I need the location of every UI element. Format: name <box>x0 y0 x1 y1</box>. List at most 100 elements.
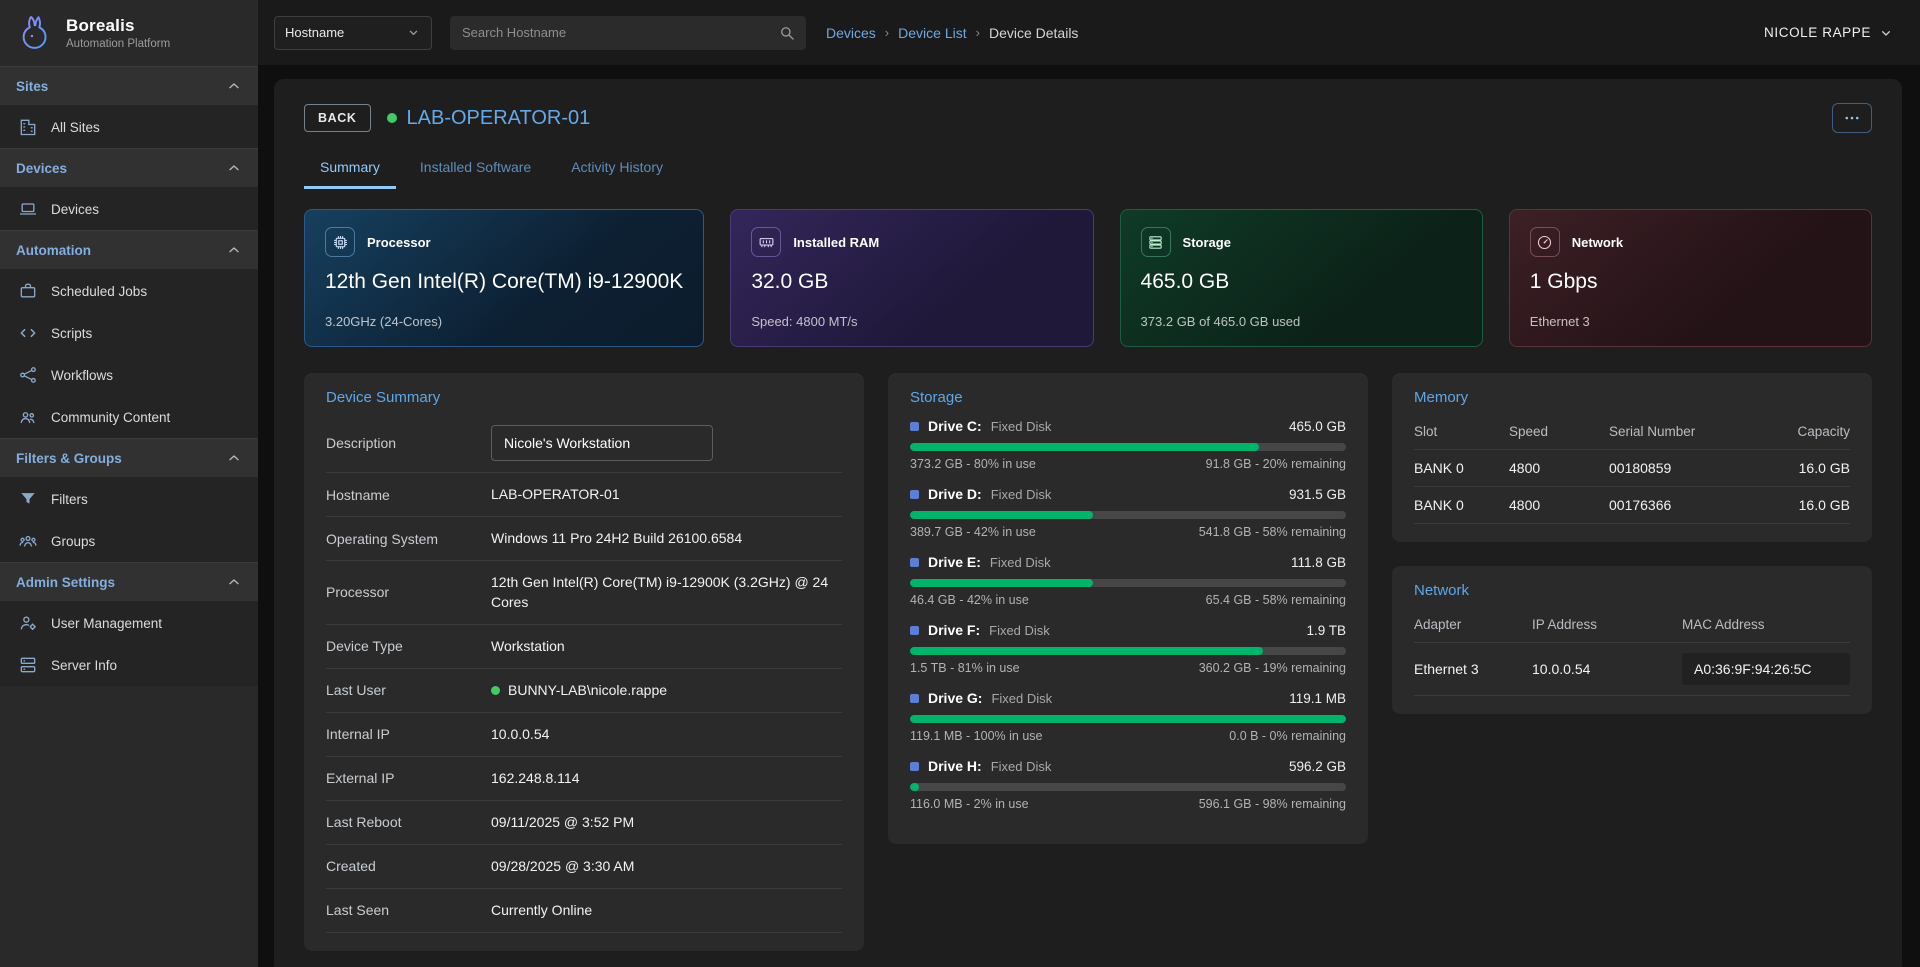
brand-name: Borealis <box>66 16 170 36</box>
tabs: Summary Installed Software Activity Hist… <box>304 149 1872 189</box>
drive-icon <box>910 422 919 431</box>
sidebar-section-automation[interactable]: Automation <box>0 230 258 270</box>
stat-value: 32.0 GB <box>751 270 1072 294</box>
summary-row-hostname: Hostname LAB-OPERATOR-01 <box>326 473 842 517</box>
drive-usage-bar <box>910 715 1346 723</box>
sidebar-item-server-info[interactable]: Server Info <box>0 644 258 686</box>
drive-used: 119.1 MB - 100% in use <box>910 729 1042 743</box>
network-row: Ethernet 3 10.0.0.54 A0:36:9F:94:26:5C <box>1414 643 1850 696</box>
device-summary-title: Device Summary <box>326 389 842 406</box>
sidebar-item-scripts[interactable]: Scripts <box>0 312 258 354</box>
user-name: NICOLE RAPPE <box>1764 25 1871 40</box>
drive-usage-bar <box>910 443 1346 451</box>
network-card: Network Adapter IP Address MAC Address E… <box>1392 566 1872 714</box>
topbar: Hostname Devices › Device List › Device … <box>258 0 1920 65</box>
sidebar-item-user-management[interactable]: User Management <box>0 602 258 644</box>
drive-usage-bar <box>910 647 1346 655</box>
memory-card: Memory Slot Speed Serial Number Capacity… <box>1392 373 1872 542</box>
tab-summary[interactable]: Summary <box>304 149 396 189</box>
laptop-icon <box>18 199 38 219</box>
stat-footer: 373.2 GB of 465.0 GB used <box>1141 314 1462 329</box>
search-input[interactable] <box>450 25 778 40</box>
sidebar-item-workflows[interactable]: Workflows <box>0 354 258 396</box>
user-online-dot <box>491 686 500 695</box>
sidebar-item-scheduled-jobs[interactable]: Scheduled Jobs <box>0 270 258 312</box>
stat-card-processor: Processor 12th Gen Intel(R) Core(TM) i9-… <box>304 209 704 347</box>
drive-remaining: 0.0 B - 0% remaining <box>1229 729 1346 743</box>
drive-remaining: 596.1 GB - 98% remaining <box>1199 797 1346 811</box>
drive-usage-bar <box>910 783 1346 791</box>
drive-c: Drive C: Fixed Disk 465.0 GB 373.2 GB - … <box>910 418 1346 471</box>
section-label: Sites <box>16 79 48 94</box>
tab-activity-history[interactable]: Activity History <box>555 149 679 189</box>
summary-row-created: Created 09/28/2025 @ 3:30 AM <box>326 845 842 889</box>
summary-row-device-type: Device Type Workstation <box>326 625 842 669</box>
drive-remaining: 541.8 GB - 58% remaining <box>1199 525 1346 539</box>
breadcrumb-current: Device Details <box>989 25 1078 41</box>
groups-icon <box>18 531 38 551</box>
caret-down-icon <box>406 25 421 40</box>
stat-card-ram: Installed RAM 32.0 GB Speed: 4800 MT/s <box>730 209 1093 347</box>
sidebar-item-filters[interactable]: Filters <box>0 478 258 520</box>
section-label: Devices <box>16 161 67 176</box>
summary-row-last-seen: Last Seen Currently Online <box>326 889 842 933</box>
drive-used: 373.2 GB - 80% in use <box>910 457 1036 471</box>
storage-title: Storage <box>910 389 1346 406</box>
chevron-up-icon <box>226 574 242 590</box>
drive-d: Drive D: Fixed Disk 931.5 GB 389.7 GB - … <box>910 486 1346 539</box>
sidebar-section-filters-groups[interactable]: Filters & Groups <box>0 438 258 478</box>
sidebar-section-admin-settings[interactable]: Admin Settings <box>0 562 258 602</box>
breadcrumb-devices[interactable]: Devices <box>826 25 876 41</box>
content-area: BACK LAB-OPERATOR-01 Summary Installed S… <box>258 65 1920 967</box>
chevron-up-icon <box>226 242 242 258</box>
breadcrumb: Devices › Device List › Device Details <box>826 25 1078 41</box>
section-label: Filters & Groups <box>16 451 122 466</box>
summary-row-internal-ip: Internal IP 10.0.0.54 <box>326 713 842 757</box>
summary-row-last-user: Last User BUNNY-LAB\nicole.rappe <box>326 669 842 713</box>
summary-row-description: Description <box>326 414 842 473</box>
online-status-dot <box>387 113 397 123</box>
stat-card-storage: Storage 465.0 GB 373.2 GB of 465.0 GB us… <box>1120 209 1483 347</box>
drive-icon <box>910 762 919 771</box>
ram-icon <box>751 227 781 257</box>
hostname-filter-dropdown[interactable]: Hostname <box>274 16 432 50</box>
section-label: Admin Settings <box>16 575 115 590</box>
network-title: Network <box>1414 582 1850 599</box>
description-input[interactable] <box>491 425 713 461</box>
drive-icon <box>910 694 919 703</box>
search-box <box>450 16 806 50</box>
drive-f: Drive F: Fixed Disk 1.9 TB 1.5 TB - 81% … <box>910 622 1346 675</box>
breadcrumb-separator: › <box>976 25 980 40</box>
back-button[interactable]: BACK <box>304 104 371 132</box>
code-icon <box>18 323 38 343</box>
tab-installed-software[interactable]: Installed Software <box>404 149 547 189</box>
sidebar-item-devices[interactable]: Devices <box>0 188 258 230</box>
sidebar-item-community-content[interactable]: Community Content <box>0 396 258 438</box>
more-options-button[interactable] <box>1832 103 1872 133</box>
mac-address-cell: A0:36:9F:94:26:5C <box>1682 653 1850 685</box>
stat-value: 12th Gen Intel(R) Core(TM) i9-12900K <box>325 270 683 294</box>
summary-row-last-reboot: Last Reboot 09/11/2025 @ 3:52 PM <box>326 801 842 845</box>
brand: Borealis Automation Platform <box>0 0 258 66</box>
chevron-up-icon <box>226 78 242 94</box>
cpu-icon <box>325 227 355 257</box>
workflow-icon <box>18 365 38 385</box>
sidebar-item-all-sites[interactable]: All Sites <box>0 106 258 148</box>
stat-card-row: Processor 12th Gen Intel(R) Core(TM) i9-… <box>304 209 1872 347</box>
server-icon <box>18 655 38 675</box>
search-icon <box>778 24 796 42</box>
user-menu[interactable]: NICOLE RAPPE <box>1764 25 1894 41</box>
summary-row-processor: Processor 12th Gen Intel(R) Core(TM) i9-… <box>326 561 842 625</box>
chevron-up-icon <box>226 450 242 466</box>
sidebar-section-devices[interactable]: Devices <box>0 148 258 188</box>
sidebar-section-sites[interactable]: Sites <box>0 66 258 106</box>
storage-icon <box>1141 227 1171 257</box>
drive-g: Drive G: Fixed Disk 119.1 MB 119.1 MB - … <box>910 690 1346 743</box>
breadcrumb-device-list[interactable]: Device List <box>898 25 966 41</box>
drive-e: Drive E: Fixed Disk 111.8 GB 46.4 GB - 4… <box>910 554 1346 607</box>
storage-card: Storage Drive C: Fixed Disk 465.0 GB 373… <box>888 373 1368 844</box>
drive-used: 1.5 TB - 81% in use <box>910 661 1020 675</box>
briefcase-icon <box>18 281 38 301</box>
sidebar-item-groups[interactable]: Groups <box>0 520 258 562</box>
stat-card-network: Network 1 Gbps Ethernet 3 <box>1509 209 1872 347</box>
